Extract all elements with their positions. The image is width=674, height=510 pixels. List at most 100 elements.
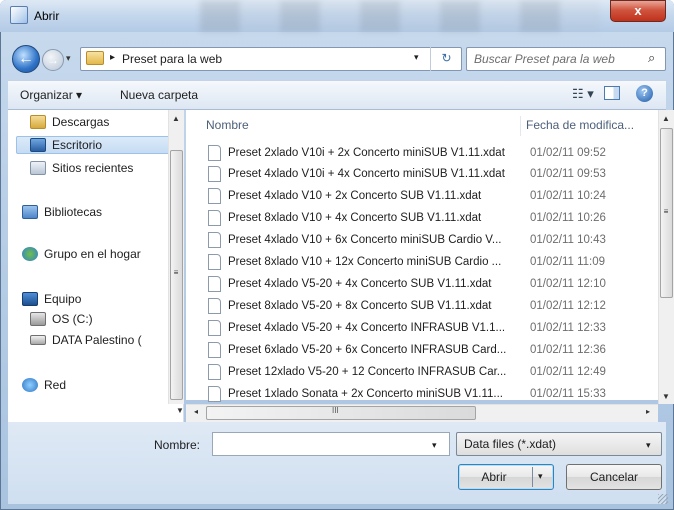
new-folder-button[interactable]: Nueva carpeta <box>120 88 198 102</box>
sidebar-item-data-palestino[interactable]: DATA Palestino ( <box>52 330 176 350</box>
table-row[interactable]: Preset 4xlado V10i + 4x Concerto miniSUB… <box>200 164 656 184</box>
file-name-dropdown-icon[interactable]: ▾ <box>432 440 437 451</box>
nav-scroll-up-icon[interactable]: ▲ <box>168 114 184 123</box>
table-row[interactable]: Preset 1xlado Sonata + 2x Concerto miniS… <box>200 384 656 404</box>
file-name: Preset 8xlado V10 + 12x Concerto miniSUB… <box>228 256 502 268</box>
computer-icon <box>22 292 38 306</box>
sidebar-item-sitios-recientes[interactable]: Sitios recientes <box>52 158 133 178</box>
file-date: 01/02/11 09:53 <box>530 168 606 180</box>
close-button[interactable]: x <box>610 0 666 22</box>
organize-button[interactable]: Organizar ▾ <box>20 88 82 102</box>
file-date: 01/02/11 12:36 <box>530 344 606 356</box>
file-name: Preset 12xlado V5-20 + 12 Concerto INFRA… <box>228 366 507 378</box>
table-row[interactable]: Preset 4xlado V10 + 6x Concerto miniSUB … <box>200 230 656 250</box>
file-type-dropdown-icon[interactable]: ▾ <box>646 440 651 451</box>
help-icon[interactable]: ? <box>636 85 653 102</box>
file-icon <box>208 276 221 292</box>
sidebar-item-bibliotecas[interactable]: Bibliotecas <box>44 202 102 222</box>
file-icon <box>208 364 221 380</box>
file-date: 01/02/11 12:10 <box>530 278 606 290</box>
recent-pages-chevron-icon[interactable]: ▾ <box>66 53 71 64</box>
file-icon <box>208 166 221 182</box>
file-icon <box>208 342 221 358</box>
downloads-folder-icon <box>30 115 46 129</box>
table-row[interactable]: Preset 12xlado V5-20 + 12 Concerto INFRA… <box>200 362 656 382</box>
table-row[interactable]: Preset 6xlado V5-20 + 6x Concerto INFRAS… <box>200 340 656 360</box>
file-date: 01/02/11 10:43 <box>530 234 606 246</box>
resize-grip-icon[interactable] <box>658 494 668 504</box>
list-scroll-down-icon[interactable]: ▼ <box>658 392 674 401</box>
preview-pane-icon[interactable] <box>604 86 620 100</box>
file-name: Preset 4xlado V10 + 6x Concerto miniSUB … <box>228 234 502 246</box>
search-placeholder: Buscar Preset para la web <box>474 52 615 66</box>
window-title: Abrir <box>34 9 60 23</box>
desktop-icon <box>30 138 46 152</box>
forward-button[interactable]: → <box>42 49 64 71</box>
recent-places-icon <box>30 161 46 175</box>
file-name: Preset 4xlado V5-20 + 4x Concerto INFRAS… <box>228 322 506 334</box>
file-name: Preset 4xlado V5-20 + 4x Concerto SUB V1… <box>228 278 492 290</box>
list-scroll-grip-icon: ≡ <box>663 207 669 216</box>
file-date: 01/02/11 09:52 <box>530 147 606 159</box>
sidebar-item-equipo[interactable]: Equipo <box>44 289 81 309</box>
table-row[interactable]: Preset 8xlado V5-20 + 8x Concerto SUB V1… <box>200 296 656 316</box>
horizontal-scroll-thumb[interactable] <box>206 406 476 420</box>
file-name: Preset 2xlado V10i + 2x Concerto miniSUB… <box>228 147 505 159</box>
view-options-icon[interactable]: ☷ ▾ <box>572 86 594 102</box>
scroll-left-icon[interactable]: ◂ <box>188 407 204 416</box>
column-header-name[interactable]: Nombre <box>206 113 249 137</box>
file-type-value: Data files (*.xdat) <box>464 437 557 451</box>
navigation-pane <box>8 110 184 422</box>
drive-c-icon <box>30 312 46 326</box>
file-icon <box>208 254 221 270</box>
command-toolbar <box>8 80 666 110</box>
file-icon <box>208 386 221 402</box>
sidebar-item-os-c[interactable]: OS (C:) <box>52 309 93 329</box>
file-icon <box>208 298 221 314</box>
file-date: 01/02/11 12:33 <box>530 322 606 334</box>
breadcrumb[interactable]: Preset para la web <box>122 52 222 66</box>
file-name: Preset 4xlado V10 + 2x Concerto SUB V1.1… <box>228 190 482 202</box>
column-divider[interactable] <box>520 116 521 136</box>
table-row[interactable]: Preset 8xlado V10 + 12x Concerto miniSUB… <box>200 252 656 272</box>
search-icon[interactable]: ⌕ <box>648 50 655 66</box>
libraries-icon <box>22 205 38 219</box>
file-name-label: Nombre: <box>154 438 201 452</box>
back-button[interactable]: ← <box>12 45 40 73</box>
app-icon <box>10 6 28 24</box>
file-name-input[interactable] <box>212 432 450 456</box>
file-name: Preset 8xlado V10 + 4x Concerto SUB V1.1… <box>228 212 482 224</box>
refresh-button[interactable]: ↻ <box>430 47 462 71</box>
table-row[interactable]: Preset 4xlado V5-20 + 4x Concerto INFRAS… <box>200 318 656 338</box>
file-date: 01/02/11 12:12 <box>530 300 606 312</box>
table-row[interactable]: Preset 4xlado V5-20 + 4x Concerto SUB V1… <box>200 274 656 294</box>
cancel-button[interactable]: Cancelar <box>566 464 662 490</box>
file-icon <box>208 232 221 248</box>
file-icon <box>208 145 221 161</box>
sidebar-item-escritorio[interactable]: Escritorio <box>52 135 102 155</box>
network-icon <box>22 378 38 392</box>
file-name: Preset 6xlado V5-20 + 6x Concerto INFRAS… <box>228 344 507 356</box>
column-header-date[interactable]: Fecha de modifica... <box>526 113 634 137</box>
background-blur <box>200 0 600 32</box>
list-scroll-up-icon[interactable]: ▲ <box>658 114 674 123</box>
open-dropdown-icon[interactable]: ▾ <box>538 471 543 482</box>
nav-scroll-grip-icon: ≡ <box>173 268 179 277</box>
file-name: Preset 8xlado V5-20 + 8x Concerto SUB V1… <box>228 300 492 312</box>
scroll-right-icon[interactable]: ▸ <box>640 407 656 416</box>
sidebar-item-grupo-hogar[interactable]: Grupo en el hogar <box>44 244 141 264</box>
table-row[interactable]: Preset 8xlado V10 + 4x Concerto SUB V1.1… <box>200 208 656 228</box>
file-date: 01/02/11 12:49 <box>530 366 606 378</box>
sidebar-item-descargas[interactable]: Descargas <box>52 112 109 132</box>
address-dropdown-icon[interactable]: ▾ <box>414 52 419 63</box>
table-row[interactable]: Preset 4xlado V10 + 2x Concerto SUB V1.1… <box>200 186 656 206</box>
horizontal-scroll-grip-icon: III <box>332 406 339 415</box>
file-date: 01/02/11 10:26 <box>530 212 606 224</box>
nav-scroll-down-icon[interactable]: ▼ <box>172 406 188 415</box>
breadcrumb-arrow-icon[interactable]: ▸ <box>110 52 115 63</box>
homegroup-icon <box>22 247 38 261</box>
open-button-split <box>532 467 533 487</box>
sidebar-item-red[interactable]: Red <box>44 375 66 395</box>
file-date: 01/02/11 10:24 <box>530 190 606 202</box>
table-row[interactable]: Preset 2xlado V10i + 2x Concerto miniSUB… <box>200 143 656 163</box>
